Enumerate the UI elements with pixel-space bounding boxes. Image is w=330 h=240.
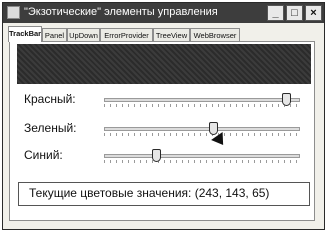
green-label: Зеленый: xyxy=(24,121,77,135)
red-slider-thumb[interactable] xyxy=(282,93,292,106)
current-values-label: Текущие цветовые значения: (243, 143, 65… xyxy=(29,186,270,200)
tab-trackbar[interactable]: TrackBar xyxy=(8,26,42,42)
green-slider-ticks xyxy=(104,133,300,136)
title-bar[interactable]: "Экзотические" элементы управления _ □ × xyxy=(3,3,324,23)
tab-updown[interactable]: UpDown xyxy=(67,28,100,42)
close-button[interactable]: × xyxy=(305,5,322,21)
blue-slider-track[interactable] xyxy=(104,154,300,158)
blue-label: Синий: xyxy=(24,148,63,162)
green-slider-thumb[interactable] xyxy=(208,122,218,135)
tab-treeview[interactable]: TreeView xyxy=(153,28,190,42)
tab-errorprovider[interactable]: ErrorProvider xyxy=(100,28,153,42)
red-label: Красный: xyxy=(24,92,76,106)
red-slider-track[interactable] xyxy=(104,98,300,102)
minimize-button[interactable]: _ xyxy=(267,5,284,21)
color-preview-panel xyxy=(17,44,311,84)
blue-slider-thumb[interactable] xyxy=(151,149,161,162)
maximize-button[interactable]: □ xyxy=(286,5,303,21)
green-slider-track[interactable] xyxy=(104,127,300,131)
window-title: "Экзотические" элементы управления xyxy=(24,6,218,18)
tab-webbrowser[interactable]: WebBrowser xyxy=(190,28,240,42)
tab-panel[interactable]: Panel xyxy=(42,28,67,42)
blue-slider-ticks xyxy=(104,160,300,163)
red-slider-ticks xyxy=(104,104,300,107)
app-icon xyxy=(7,6,20,19)
